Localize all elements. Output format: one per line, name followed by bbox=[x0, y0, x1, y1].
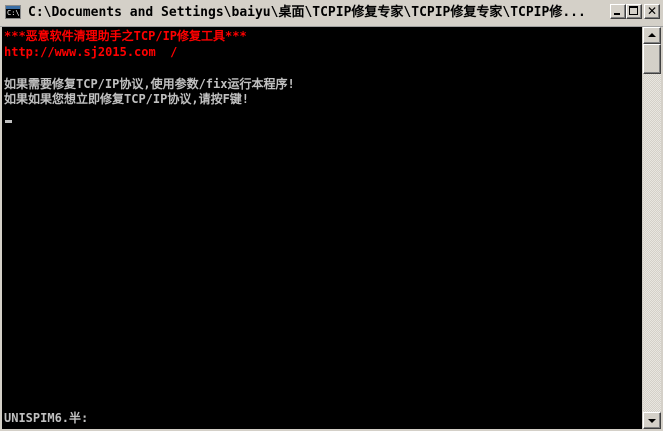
console-line-usage: 如果需要修复TCP/IP协议,使用参数/fix运行本程序! bbox=[4, 77, 295, 91]
console-line-banner: ***恶意软件清理助手之TCP/IP修复工具*** bbox=[4, 29, 247, 43]
close-icon: ✕ bbox=[646, 4, 658, 18]
close-button[interactable]: ✕ bbox=[644, 4, 660, 19]
title-bar[interactable]: C:\ C:\Documents and Settings\baiyu\桌面\T… bbox=[0, 0, 663, 27]
scroll-thumb[interactable] bbox=[643, 44, 661, 74]
arrow-up-icon bbox=[648, 33, 656, 37]
console-window: C:\ C:\Documents and Settings\baiyu\桌面\T… bbox=[0, 0, 663, 431]
scroll-down-button[interactable] bbox=[643, 412, 661, 429]
console-window-icon[interactable]: C:\ bbox=[5, 5, 21, 19]
console-line-prompt: 如果如果您想立即修复TCP/IP协议,请按F键! bbox=[4, 92, 250, 106]
maximize-button[interactable] bbox=[626, 4, 642, 19]
arrow-down-icon bbox=[648, 419, 656, 423]
scroll-up-button[interactable] bbox=[643, 27, 661, 44]
window-title: C:\Documents and Settings\baiyu\桌面\TCPIP… bbox=[28, 5, 586, 20]
vertical-scrollbar[interactable] bbox=[643, 27, 661, 429]
text-cursor bbox=[5, 120, 12, 123]
minimize-button[interactable] bbox=[610, 4, 626, 19]
icon-text: C:\ bbox=[7, 9, 20, 17]
console-line-url: http://www.sj2015.com / bbox=[4, 45, 178, 59]
console-output[interactable]: ***恶意软件清理助手之TCP/IP修复工具*** http://www.sj2… bbox=[2, 27, 642, 429]
ime-status: UNISPIM6.半: bbox=[4, 411, 89, 425]
